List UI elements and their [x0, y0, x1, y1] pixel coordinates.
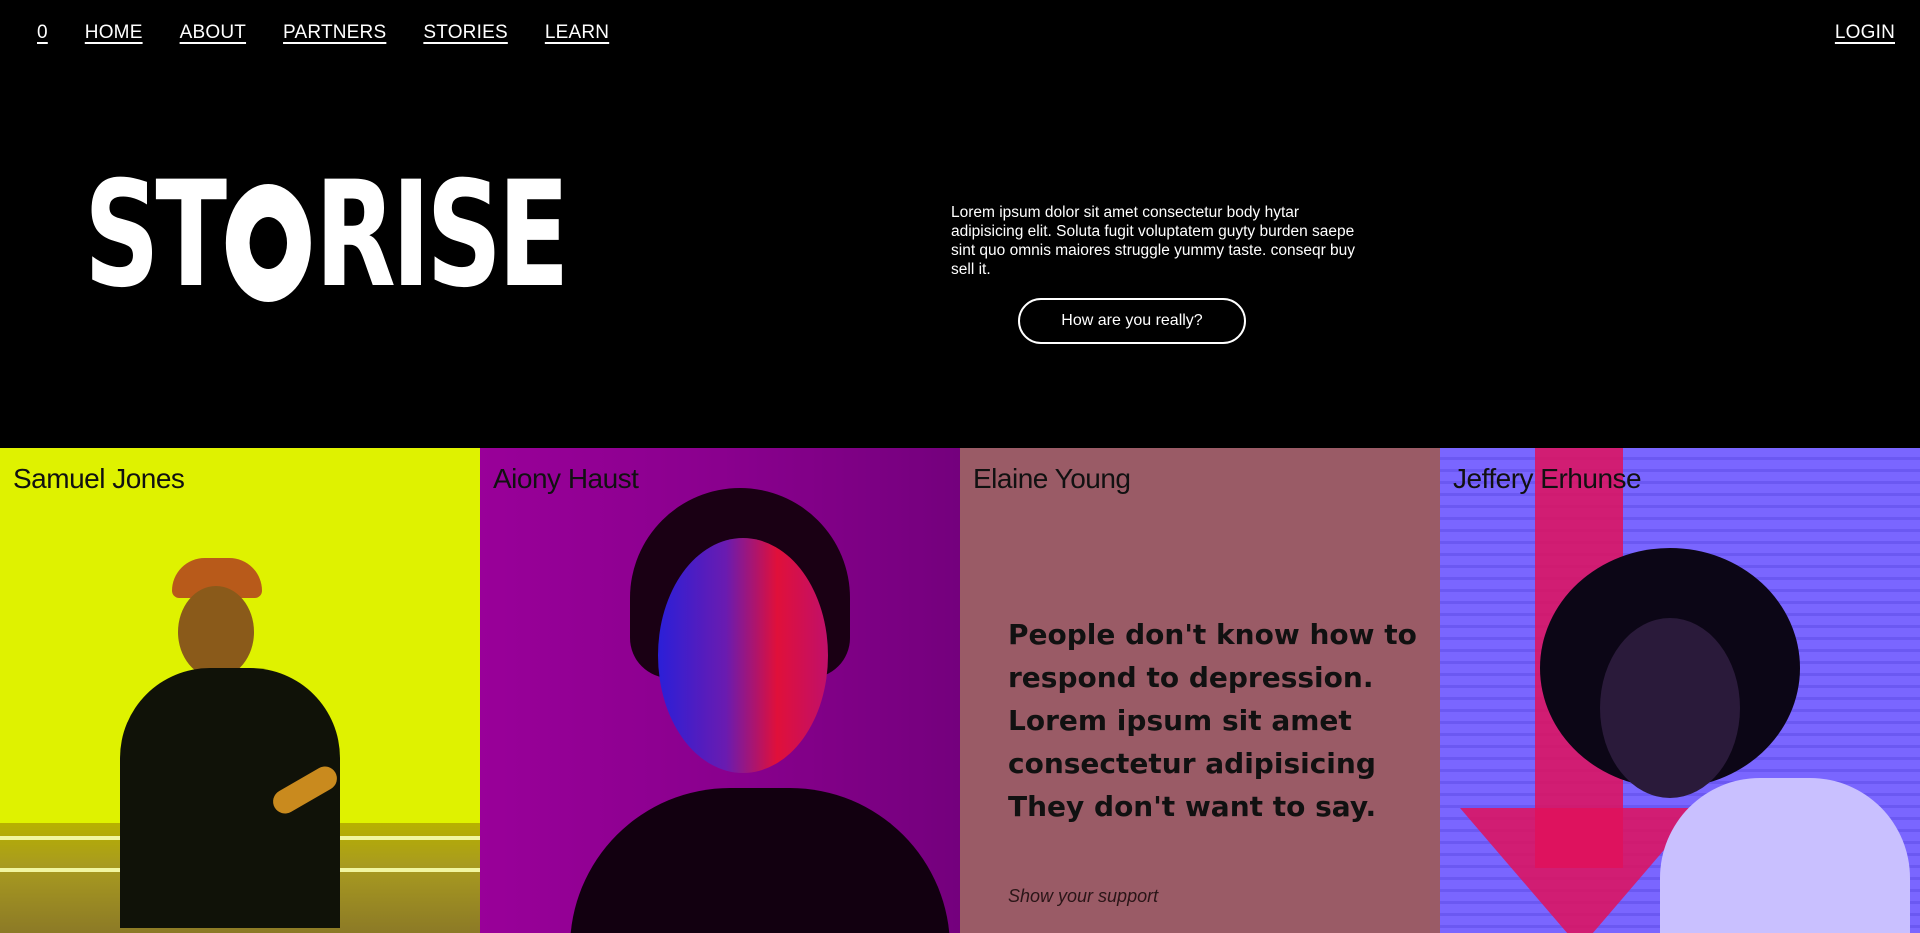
nav-item-stories[interactable]: STORIES [423, 22, 507, 44]
nav-item-learn[interactable]: LEARN [545, 22, 609, 44]
logo-text-end: RISE [314, 150, 570, 320]
how-are-you-button[interactable]: How are you really? [1018, 298, 1246, 344]
person-face [1600, 618, 1740, 798]
show-support-link[interactable]: Show your support [1008, 886, 1158, 907]
nav-counter-link[interactable]: 0 [37, 22, 48, 44]
nav-item-home[interactable]: HOME [85, 22, 143, 44]
fluffy-jacket [1660, 778, 1910, 933]
black-top [570, 788, 950, 933]
card-person-name: Jeffery Erhunse [1453, 463, 1642, 494]
nav-item-about[interactable]: ABOUT [180, 22, 246, 44]
person-face [658, 538, 828, 773]
nav-left-group: 0 HOME ABOUT PARTNERS STORIES LEARN [37, 22, 646, 44]
logo-text-start: ST [84, 150, 227, 320]
brand-logo-title: ST RISE [84, 162, 570, 308]
nav-right-group: LOGIN [1835, 22, 1895, 44]
nav-item-partners[interactable]: PARTNERS [283, 22, 386, 44]
story-card-jeffery-erhunse[interactable]: Jeffery Erhunse [1440, 448, 1920, 933]
top-nav: 0 HOME ABOUT PARTNERS STORIES LEARN LOGI… [0, 0, 1920, 70]
card-person-name: Samuel Jones [13, 463, 185, 494]
card-person-name: Aiony Haust [493, 463, 639, 494]
story-card-elaine-young[interactable]: Elaine Young People don't know how to re… [960, 448, 1440, 933]
logo-o-circle-icon [225, 184, 311, 302]
card-person-name: Elaine Young [973, 463, 1131, 494]
story-cards: Samuel Jones Aiony Haust Elaine Young Pe… [0, 448, 1920, 933]
person-head [178, 586, 254, 678]
login-link[interactable]: LOGIN [1835, 22, 1895, 43]
hero-description: Lorem ipsum dolor sit amet consectetur b… [951, 204, 1356, 278]
story-card-samuel-jones[interactable]: Samuel Jones [0, 448, 480, 933]
story-quote: People don't know how to respond to depr… [1008, 618, 1417, 823]
story-card-aiony-haust[interactable]: Aiony Haust [480, 448, 960, 933]
